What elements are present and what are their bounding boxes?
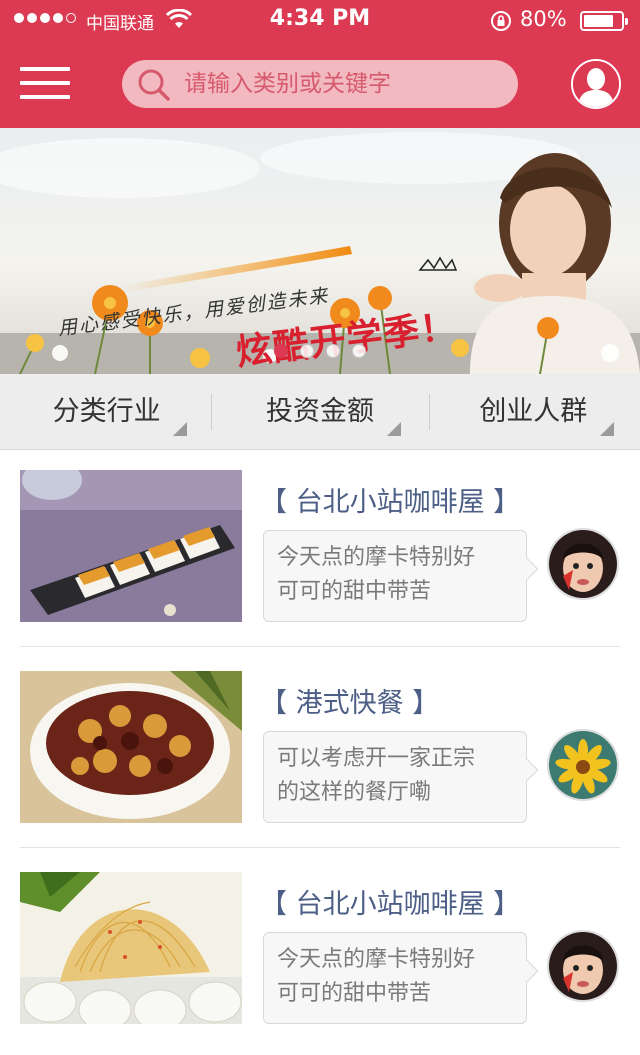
banner-dot-3[interactable] [326, 344, 340, 358]
battery-percentage: 80% [520, 7, 567, 31]
comment-bubble: 今天点的摩卡特别好 可可的甜中带苦 [263, 932, 527, 1024]
search-input[interactable] [184, 66, 502, 102]
woman-avatar[interactable] [547, 528, 619, 600]
item-title[interactable]: 【 台北小站咖啡屋 】 [260, 480, 520, 519]
item-title[interactable]: 【 台北小站咖啡屋 】 [260, 882, 520, 921]
comment-line: 今天点的摩卡特别好 [277, 545, 476, 570]
dropdown-corner-icon [386, 422, 401, 436]
comment-line: 可以考虑开一家正宗 [277, 746, 476, 771]
filter-category-label: 分类行业 [52, 396, 161, 427]
feed-divider [20, 847, 620, 848]
comment-line: 可可的甜中带苦 [277, 981, 432, 1006]
banner-dot-4[interactable] [352, 344, 366, 358]
battery-icon [580, 11, 628, 31]
woman-avatar[interactable] [547, 930, 619, 1002]
noodle-dish-photo[interactable] [20, 872, 242, 1024]
comment-line: 可可的甜中带苦 [277, 579, 432, 604]
banner-pagination [274, 344, 366, 358]
banner-dot-1[interactable] [274, 344, 288, 358]
filter-audience[interactable]: 创业人群 [427, 374, 640, 450]
comment-line: 的这样的餐厅嘞 [277, 780, 432, 805]
item-title[interactable]: 【 港式快餐 】 [260, 681, 439, 720]
menu-icon[interactable] [20, 67, 70, 101]
filter-investment[interactable]: 投资金额 [213, 374, 426, 450]
promo-banner[interactable]: 用心感受快乐，用爱创造未来 炫酷开学季！ [0, 128, 640, 374]
feed-item[interactable]: 【 港式快餐 】 可以考虑开一家正宗 的这样的餐厅嘞 [20, 671, 620, 831]
dropdown-corner-icon [599, 422, 614, 436]
app-header: 中国联通 4:34 PM 80% [0, 0, 640, 128]
dropdown-corner-icon [173, 422, 188, 436]
status-bar: 中国联通 4:34 PM 80% [0, 0, 640, 40]
flower-avatar[interactable] [547, 729, 619, 801]
user-profile-icon[interactable] [571, 59, 621, 109]
feed-divider [20, 646, 620, 647]
stew-bowl-photo[interactable] [20, 671, 242, 823]
search-icon [136, 67, 172, 107]
filter-divider [211, 394, 212, 430]
comment-line: 今天点的摩卡特别好 [277, 947, 476, 972]
filter-audience-label: 创业人群 [479, 396, 588, 427]
comment-bubble: 今天点的摩卡特别好 可可的甜中带苦 [263, 530, 527, 622]
dessert-photo[interactable] [20, 470, 242, 622]
filter-divider [429, 394, 430, 430]
search-bar[interactable] [122, 60, 518, 108]
filter-investment-label: 投资金额 [265, 396, 374, 427]
feed-item[interactable]: 【 台北小站咖啡屋 】 今天点的摩卡特别好 可可的甜中带苦 [20, 872, 620, 1032]
feed-item[interactable]: 【 台北小站咖啡屋 】 今天点的摩卡特别好 可可的甜中带苦 [20, 470, 620, 630]
filter-category[interactable]: 分类行业 [0, 374, 213, 450]
banner-dot-2[interactable] [300, 344, 314, 358]
comment-bubble: 可以考虑开一家正宗 的这样的餐厅嘞 [263, 731, 527, 823]
rotation-lock-icon [490, 10, 512, 36]
filter-bar: 分类行业 投资金额 创业人群 [0, 374, 640, 450]
